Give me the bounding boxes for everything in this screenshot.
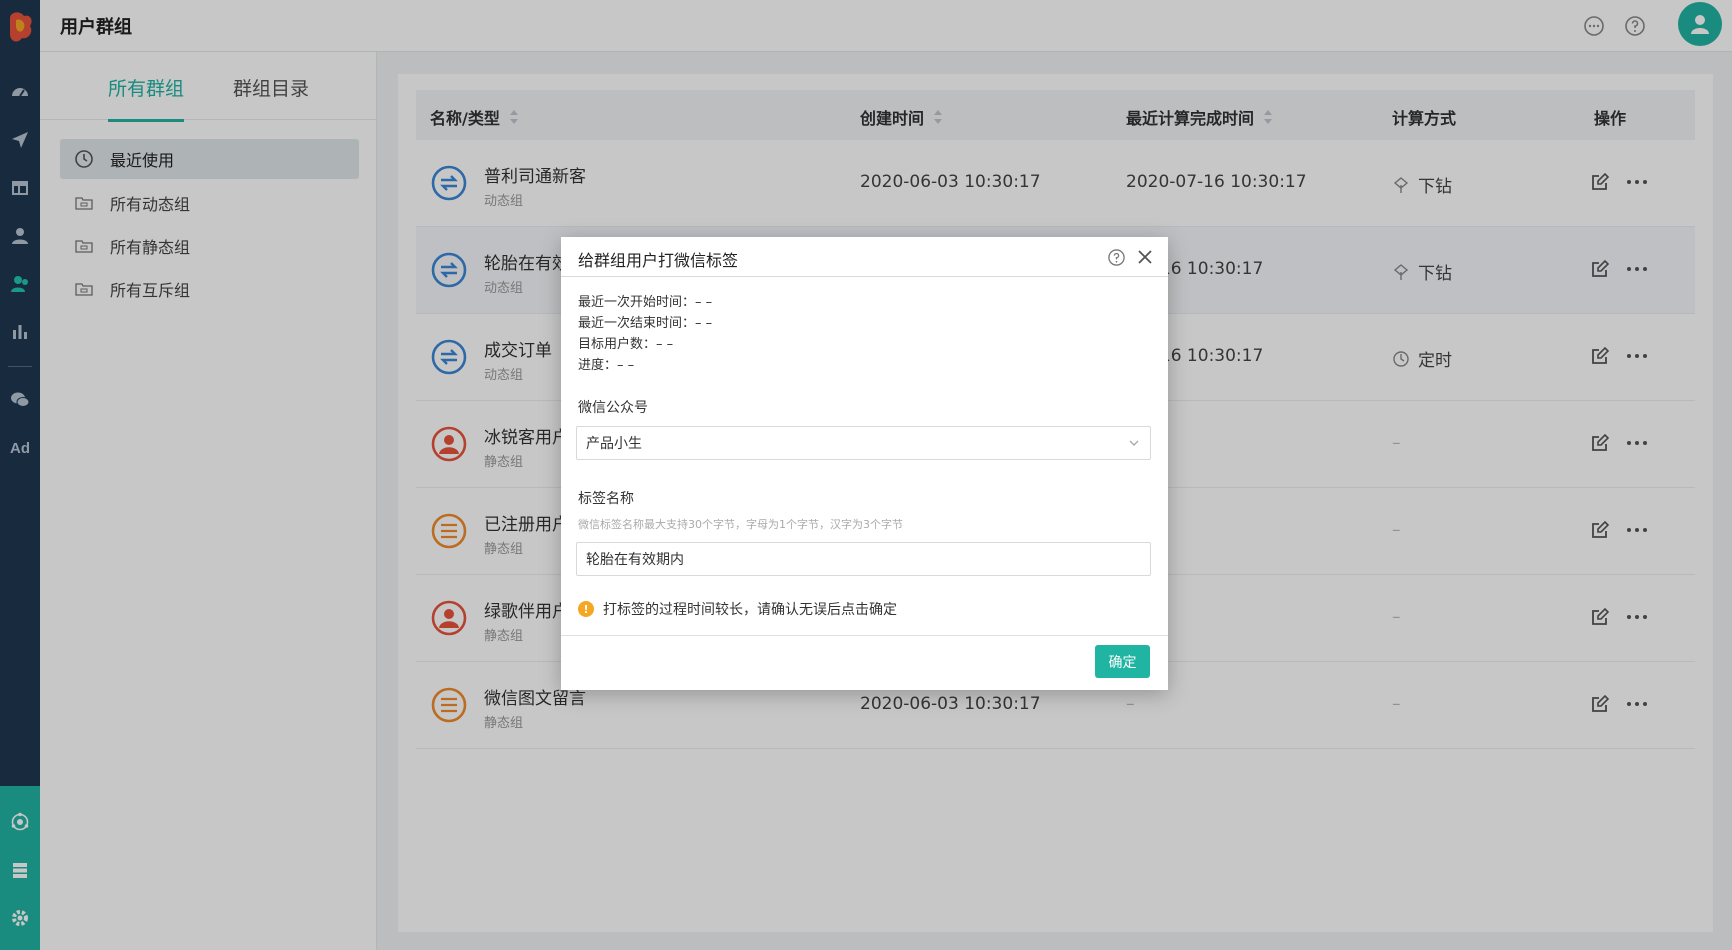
confirm-button[interactable]: 确定	[1095, 645, 1150, 678]
wechat-account-select[interactable]: 产品小生	[576, 426, 1151, 460]
warning-icon: !	[578, 601, 594, 617]
help-icon[interactable]	[1107, 248, 1126, 267]
dialog-footer-divider	[561, 635, 1168, 636]
last-end-time: 最近一次结束时间：– –	[578, 316, 713, 331]
last-start-time: 最近一次开始时间：– –	[578, 295, 713, 310]
dialog-header: 给群组用户打微信标签	[561, 237, 1168, 277]
tag-name-hint: 微信标签名称最大支持30个字节，字母为1个字节，汉字为3个字节	[578, 518, 903, 531]
wechat-account-label: 微信公众号	[578, 400, 648, 416]
tag-name-label: 标签名称	[578, 491, 634, 507]
progress-text: 进度：– –	[578, 358, 635, 373]
tag-name-input[interactable]	[576, 542, 1151, 576]
wechat-account-value: 产品小生	[586, 436, 642, 452]
dialog-title: 给群组用户打微信标签	[578, 251, 739, 270]
chevron-down-icon	[1129, 440, 1139, 446]
wechat-tag-dialog: 给群组用户打微信标签 最近一次开始时间：– – 最近一次结束时间：– – 目标用…	[561, 237, 1168, 690]
warning-message: ! 打标签的过程时间较长，请确认无误后点击确定	[578, 599, 897, 619]
close-icon[interactable]	[1136, 248, 1154, 266]
target-user-count: 目标用户数：– –	[578, 337, 674, 352]
